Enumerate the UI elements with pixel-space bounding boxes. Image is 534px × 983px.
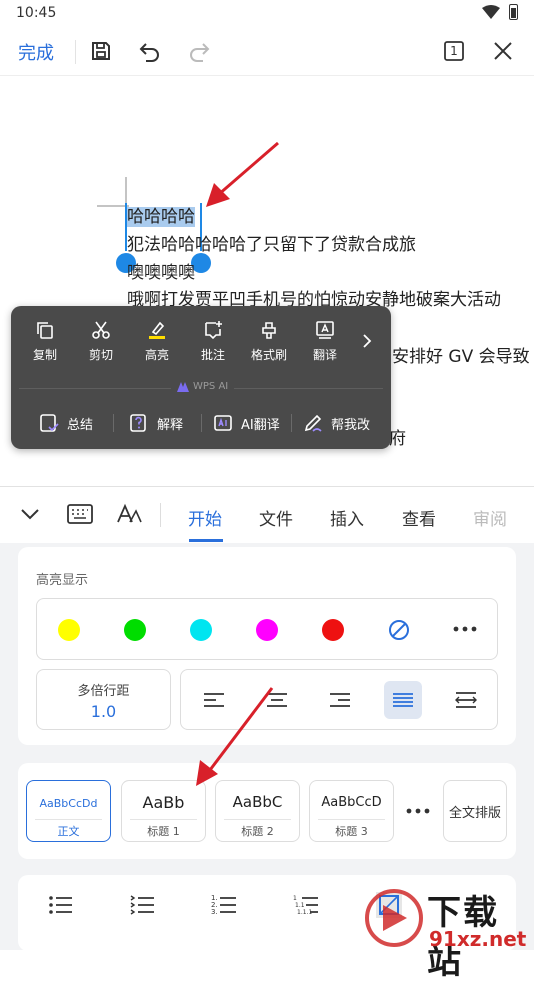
menu-item-translate[interactable]: 翻译: [301, 320, 349, 370]
redo-icon[interactable]: [184, 36, 214, 66]
status-time: 10:45: [16, 5, 57, 21]
save-icon[interactable]: [86, 36, 116, 66]
menu-item-highlight[interactable]: 高亮: [133, 320, 181, 370]
tab-divider: [160, 503, 161, 527]
pen-icon: [304, 414, 322, 432]
ai-separator: [291, 414, 292, 432]
battery-icon: [509, 4, 518, 20]
svg-text:1: 1: [293, 895, 297, 902]
highlight-color-red[interactable]: [322, 619, 344, 641]
line-spacing-value: 1.0: [90, 702, 117, 721]
scissors-icon: [92, 321, 110, 339]
numbered-list-icon[interactable]: 1.2.3.: [210, 890, 240, 920]
annotation-arrow: [206, 141, 279, 207]
close-icon[interactable]: [488, 36, 518, 66]
undo-icon[interactable]: [135, 36, 165, 66]
done-button[interactable]: 完成: [18, 39, 54, 65]
tab-review[interactable]: 审阅: [473, 505, 507, 530]
ai-summary-button[interactable]: 总结: [39, 410, 93, 436]
highlight-color-magenta[interactable]: [256, 619, 278, 641]
arrow-list-icon[interactable]: [128, 890, 158, 920]
highlight-color-green[interactable]: [124, 619, 146, 641]
svg-text:1.1: 1.1: [295, 902, 305, 909]
ai-rewrite-button[interactable]: 帮我改: [303, 410, 370, 436]
menu-item-cut[interactable]: 剪切: [77, 320, 125, 370]
page-count-icon[interactable]: 1: [439, 36, 469, 66]
more-colors-icon[interactable]: [453, 626, 477, 632]
active-tab-indicator: [189, 539, 223, 542]
ai-translate-button[interactable]: AI翻译: [213, 410, 280, 436]
ai-section-label: WPS AI: [171, 381, 235, 392]
style-body[interactable]: AaBbCcDd 正文: [26, 780, 111, 842]
status-bar: 10:45: [0, 0, 534, 28]
selected-text[interactable]: 哈哈哈哈: [127, 206, 195, 228]
doc-line: 噢噢噢噢: [127, 263, 195, 283]
doc-line: 犯法哈哈哈哈哈了只留下了贷款合成旅: [127, 235, 416, 255]
panel-tabs: 开始 文件 插入 查看 审阅: [0, 487, 534, 543]
explain-icon: [130, 414, 146, 432]
style-heading-3[interactable]: AaBbCcD 标题 3: [309, 780, 394, 842]
tab-view[interactable]: 查看: [402, 505, 436, 530]
highlight-color-cyan[interactable]: [190, 619, 212, 641]
text-style-icon[interactable]: [116, 503, 142, 525]
annotation-arrow: [196, 687, 274, 786]
highlight-color-yellow[interactable]: [58, 619, 80, 641]
ai-separator: [201, 414, 202, 432]
ai-explain-button[interactable]: 解释: [129, 410, 183, 436]
tab-insert[interactable]: 插入: [330, 505, 364, 530]
translate-icon: [316, 321, 334, 339]
doc-line: 府: [389, 429, 406, 449]
align-right-icon[interactable]: [321, 681, 359, 719]
multilevel-list-icon[interactable]: 11.11.1.1: [292, 890, 322, 920]
svg-text:3.: 3.: [211, 908, 218, 916]
highlight-label: 高亮显示: [36, 573, 89, 588]
copy-icon: [37, 322, 53, 339]
ai-translate-icon: [214, 415, 232, 431]
highlight-color-row: [36, 598, 498, 660]
distribute-icon[interactable]: [447, 681, 485, 719]
tab-file[interactable]: 文件: [259, 505, 293, 530]
bullet-list-icon[interactable]: [46, 890, 76, 920]
more-styles-icon[interactable]: [406, 808, 430, 814]
format-painter-icon: [262, 322, 276, 339]
chevron-right-icon[interactable]: [361, 332, 373, 350]
summary-icon: [40, 414, 59, 432]
no-highlight-icon[interactable]: [388, 619, 410, 641]
site-watermark: 下载站 91xz.net: [363, 885, 534, 982]
wps-ai-logo-icon: [177, 381, 189, 392]
toolbar-divider: [75, 40, 76, 64]
menu-item-copy[interactable]: 复制: [21, 320, 69, 370]
full-layout-button[interactable]: 全文排版: [443, 780, 507, 842]
selection-context-menu: 复制 剪切 高亮 批注 格式刷 翻译 WPS AI 总结 解释 AI翻译 帮我改: [11, 306, 391, 449]
collapse-chevron-icon[interactable]: [20, 507, 40, 521]
keyboard-icon[interactable]: [67, 503, 93, 525]
page-count: 1: [450, 44, 458, 58]
align-justify-icon[interactable]: [384, 681, 422, 719]
wifi-icon: [482, 5, 500, 19]
highlighter-icon: [149, 321, 165, 339]
bottom-tool-panel: 开始 文件 插入 查看 审阅 高亮显示 多倍行距 1.0 AaBbCcDd 正文…: [0, 486, 534, 951]
menu-item-format-painter[interactable]: 格式刷: [245, 320, 293, 370]
line-spacing-control[interactable]: 多倍行距 1.0: [36, 669, 171, 730]
comment-icon: [205, 321, 222, 340]
ai-separator: [113, 414, 114, 432]
doc-line: 安排好 GV 会导致: [392, 347, 530, 367]
watermark-logo-icon: [365, 889, 423, 947]
tab-start[interactable]: 开始: [188, 505, 222, 530]
menu-item-comment[interactable]: 批注: [189, 320, 237, 370]
editor-toolbar: 完成 1: [0, 28, 534, 76]
